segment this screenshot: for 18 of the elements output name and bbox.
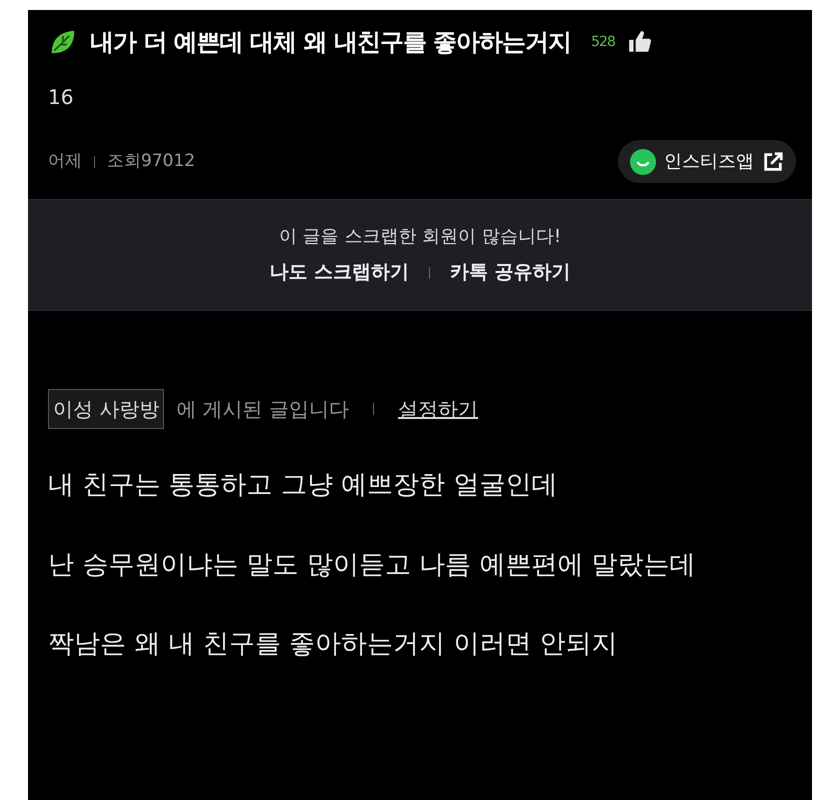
external-link-icon xyxy=(762,150,784,172)
thumbs-up-icon[interactable] xyxy=(626,29,653,55)
board-caption: 에 게시된 글입니다 xyxy=(176,396,350,423)
banner-message: 이 글을 스크랩한 회원이 많습니다! xyxy=(278,225,562,250)
body-paragraph: 짝남은 왜 내 친구를 좋아하는거지 이러면 안되지 xyxy=(48,628,619,662)
smile-icon xyxy=(630,148,656,174)
body-paragraph: 내 친구는 통통하고 그냥 예쁘장한 얼굴인데 xyxy=(48,469,558,502)
board-tag[interactable]: 이성 사랑방 xyxy=(48,389,164,429)
view-count: 조회97012 xyxy=(107,150,196,173)
post-title: 내가 더 예쁜데 대체 왜 내친구를 좋아하는거지 xyxy=(90,27,572,58)
banner-action-button[interactable]: 카톡 공유하기 xyxy=(450,258,571,287)
post-date: 어제 xyxy=(48,150,82,173)
like-count: 528 xyxy=(591,32,615,52)
settings-link[interactable]: 설정하기 xyxy=(398,394,478,424)
body-paragraph: 난 승무원이냐는 말도 많이듣고 나름 예쁜편에 말랐는데 xyxy=(48,548,697,582)
comment-count: 16 xyxy=(48,84,74,111)
banner-action-button[interactable]: 나도 스크랩하기 xyxy=(269,258,409,287)
app-button[interactable]: 인스티즈앱 xyxy=(618,140,796,183)
